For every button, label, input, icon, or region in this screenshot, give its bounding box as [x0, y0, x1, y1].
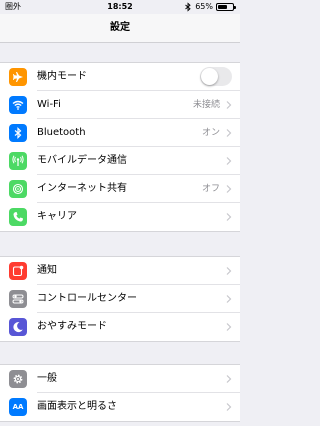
- chevron-right-icon: [226, 185, 232, 193]
- bluetooth-label: Bluetooth: [37, 127, 86, 138]
- chevron-right-icon: [226, 129, 232, 137]
- nav-bar: 設定: [0, 14, 240, 43]
- carrier-row-label: キャリア: [37, 211, 77, 222]
- moon-icon: [9, 318, 27, 336]
- settings-group-notifications: 通知 コントロールセンター おやすみモード: [0, 256, 240, 342]
- wifi-label: Wi-Fi: [37, 99, 61, 110]
- display-brightness-label: 画面表示と明るさ: [37, 401, 117, 412]
- settings-row-airplane-mode[interactable]: 機内モード: [0, 63, 240, 91]
- hotspot-value: オフ: [201, 184, 220, 194]
- page-title: 設定: [110, 22, 130, 33]
- settings-row-display-brightness[interactable]: AA 画面表示と明るさ: [0, 393, 240, 421]
- wifi-icon: [9, 96, 27, 114]
- bluetooth-icon: [9, 124, 27, 142]
- bluetooth-status-icon: [185, 2, 191, 12]
- status-bar: 圏外 18:52 65%: [0, 0, 240, 14]
- wifi-value: 未接続: [192, 100, 220, 110]
- phone-icon: [9, 208, 27, 226]
- settings-row-general[interactable]: 一般: [0, 365, 240, 393]
- chevron-right-icon: [226, 267, 232, 275]
- control-center-label: コントロールセンター: [37, 293, 137, 304]
- battery-icon: [216, 3, 236, 11]
- chevron-right-icon: [226, 323, 232, 331]
- mobile-data-label: モバイルデータ通信: [37, 155, 127, 166]
- antenna-icon: [9, 152, 27, 170]
- do-not-disturb-label: おやすみモード: [37, 321, 107, 332]
- settings-row-control-center[interactable]: コントロールセンター: [0, 285, 240, 313]
- chevron-right-icon: [226, 213, 232, 221]
- notifications-icon: [9, 262, 27, 280]
- settings-group-connectivity: 機内モード Wi-Fi 未接続 Bluetooth オン モバイルデータ通信 イ…: [0, 62, 240, 232]
- hotspot-label: インターネット共有: [37, 183, 127, 194]
- airplane-mode-toggle[interactable]: [200, 67, 232, 86]
- toggle-knob: [201, 68, 218, 85]
- notifications-label: 通知: [37, 265, 57, 276]
- chevron-right-icon: [226, 101, 232, 109]
- settings-group-general: 一般 AA 画面表示と明るさ: [0, 364, 240, 422]
- chevron-right-icon: [226, 403, 232, 411]
- control-center-icon: [9, 290, 27, 308]
- airplane-mode-label: 機内モード: [37, 71, 87, 82]
- chevron-right-icon: [226, 157, 232, 165]
- general-label: 一般: [37, 373, 57, 384]
- settings-row-personal-hotspot[interactable]: インターネット共有 オフ: [0, 175, 240, 203]
- gear-icon: [9, 370, 27, 388]
- settings-row-notifications[interactable]: 通知: [0, 257, 240, 285]
- settings-row-carrier[interactable]: キャリア: [0, 203, 240, 231]
- settings-row-bluetooth[interactable]: Bluetooth オン: [0, 119, 240, 147]
- chevron-right-icon: [226, 295, 232, 303]
- battery-fill: [218, 5, 228, 9]
- settings-row-do-not-disturb[interactable]: おやすみモード: [0, 313, 240, 341]
- airplane-icon: [9, 68, 27, 86]
- settings-row-wifi[interactable]: Wi-Fi 未接続: [0, 91, 240, 119]
- display-brightness-glyph: AA: [12, 403, 24, 411]
- display-brightness-icon: AA: [9, 398, 27, 416]
- status-right: 65%: [184, 0, 236, 14]
- settings-row-mobile-data[interactable]: モバイルデータ通信: [0, 147, 240, 175]
- battery-percent: 65%: [195, 2, 213, 11]
- chevron-right-icon: [226, 375, 232, 383]
- hotspot-icon: [9, 180, 27, 198]
- bluetooth-value: オン: [201, 128, 220, 138]
